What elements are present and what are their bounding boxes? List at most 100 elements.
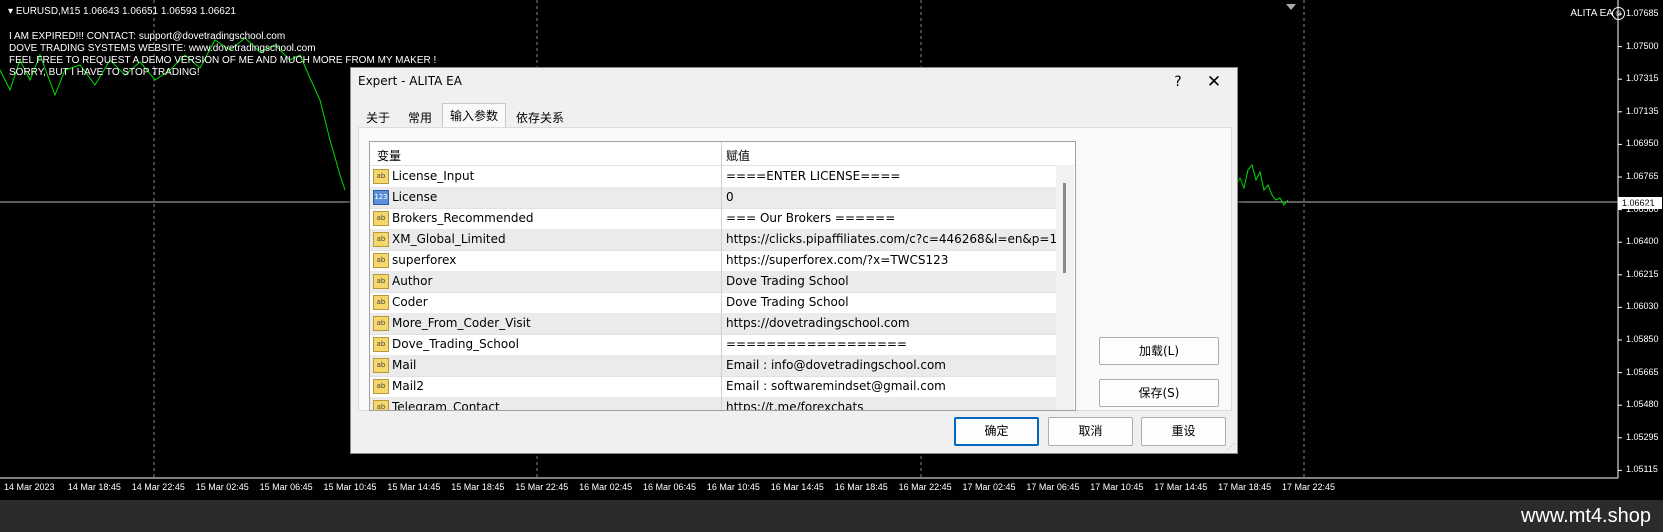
time-axis-label: 17 Mar 10:45 bbox=[1090, 482, 1144, 492]
table-row[interactable]: ab More_From_Coder_Visit https://dovetradi… bbox=[370, 313, 1056, 335]
price-axis-label: 1.06030 bbox=[1626, 301, 1659, 312]
ea-message-line: I AM EXPIRED!!! CONTACT: support@dovetra… bbox=[9, 31, 286, 42]
string-type-icon: ab bbox=[373, 295, 389, 310]
table-row[interactable]: 123 License 0 bbox=[370, 187, 1056, 209]
close-button[interactable]: ✕ bbox=[1197, 69, 1231, 95]
variable-value[interactable]: Dove Trading School bbox=[726, 274, 849, 288]
variable-name: XM_Global_Limited bbox=[392, 232, 506, 246]
price-axis-label: 1.05665 bbox=[1626, 366, 1659, 377]
table-row[interactable]: ab License_Input ====ENTER LICENSE==== bbox=[370, 166, 1056, 188]
table-row[interactable]: ab Author Dove Trading School bbox=[370, 271, 1056, 293]
integer-type-icon: 123 bbox=[373, 190, 389, 205]
variable-value[interactable]: https://t.me/forexchats bbox=[726, 400, 863, 410]
tab-about[interactable]: 关于 bbox=[358, 105, 398, 127]
price-axis-label: 1.06215 bbox=[1626, 268, 1659, 279]
table-header: 变量 赋值 bbox=[370, 142, 1075, 166]
time-axis-label: 17 Mar 06:45 bbox=[1026, 482, 1080, 492]
scrollbar-thumb[interactable] bbox=[1063, 183, 1066, 273]
symbol-info-text: EURUSD,M15 1.06643 1.06651 1.06593 1.066… bbox=[15, 6, 236, 17]
variable-name: Author bbox=[392, 274, 433, 288]
time-axis-label: 14 Mar 18:45 bbox=[67, 482, 121, 492]
string-type-icon: ab bbox=[373, 232, 389, 247]
smiley-icon: ☺ bbox=[1612, 7, 1625, 20]
variable-name: License bbox=[392, 190, 438, 204]
variable-value[interactable]: 0 bbox=[726, 190, 734, 204]
variable-value[interactable]: Email : info@dovetradingschool.com bbox=[726, 358, 946, 372]
ea-name-label: ALITA EA bbox=[1570, 8, 1613, 19]
time-axis-label: 14 Mar 22:45 bbox=[131, 482, 185, 492]
tab-inputs[interactable]: 输入参数 bbox=[442, 103, 507, 129]
variable-value[interactable]: https://superforex.com/?x=TWCS123 bbox=[726, 253, 948, 267]
time-axis-label: 16 Mar 22:45 bbox=[898, 482, 952, 492]
variable-value[interactable]: Dove Trading School bbox=[726, 295, 849, 309]
inputs-table: 变量 赋值 ab License_Input ====ENTER LICENSE==… bbox=[369, 141, 1076, 411]
column-divider[interactable] bbox=[721, 142, 722, 410]
reset-button[interactable]: 重设 bbox=[1141, 417, 1226, 446]
string-type-icon: ab bbox=[373, 274, 389, 289]
table-row[interactable]: ab Mail Email : info@dovetradingschool.com bbox=[370, 355, 1056, 377]
time-axis-label: 14 Mar 2023 bbox=[4, 482, 55, 492]
time-axis-label: 15 Mar 06:45 bbox=[259, 482, 313, 492]
time-axis-label: 16 Mar 02:45 bbox=[579, 482, 633, 492]
string-type-icon: ab bbox=[373, 211, 389, 226]
ok-button[interactable]: 确定 bbox=[954, 417, 1039, 446]
col-variable-header[interactable]: 变量 bbox=[377, 147, 401, 164]
string-type-icon: ab bbox=[373, 169, 389, 184]
table-row[interactable]: ab Telegram_Contact https://t.me/forexchat… bbox=[370, 397, 1056, 411]
variable-value[interactable]: Email : softwaremindset@gmail.com bbox=[726, 379, 946, 393]
table-row[interactable]: ab superforex https://superforex.com/?x=TW… bbox=[370, 250, 1056, 272]
cancel-button[interactable]: 取消 bbox=[1048, 417, 1133, 446]
string-type-icon: ab bbox=[373, 400, 389, 410]
time-axis-label: 16 Mar 10:45 bbox=[706, 482, 760, 492]
string-type-icon: ab bbox=[373, 358, 389, 373]
time-axis-label: 15 Mar 18:45 bbox=[451, 482, 505, 492]
price-axis-label: 1.07685 bbox=[1626, 8, 1659, 18]
price-axis-label: 1.06950 bbox=[1626, 138, 1659, 149]
variable-name: License_Input bbox=[392, 169, 475, 183]
variable-value[interactable]: ================== bbox=[726, 337, 907, 351]
tab-common[interactable]: 常用 bbox=[400, 105, 440, 127]
load-button[interactable]: 加载(L) bbox=[1099, 337, 1219, 365]
variable-value[interactable]: ====ENTER LICENSE==== bbox=[726, 169, 900, 183]
dialog-title: Expert - ALITA EA bbox=[358, 74, 462, 88]
time-axis-label: 15 Mar 10:45 bbox=[323, 482, 377, 492]
col-value-header[interactable]: 赋值 bbox=[726, 147, 750, 164]
save-button[interactable]: 保存(S) bbox=[1099, 379, 1219, 407]
price-axis-label: 1.07315 bbox=[1626, 73, 1659, 84]
table-row[interactable]: ab Dove_Trading_School ================== bbox=[370, 334, 1056, 356]
symbol-info: ▾ EURUSD,M15 1.06643 1.06651 1.06593 1.0… bbox=[8, 6, 236, 17]
time-axis-label: 17 Mar 22:45 bbox=[1282, 482, 1336, 492]
time-axis-label: 15 Mar 14:45 bbox=[387, 482, 441, 492]
variable-value[interactable]: https://clicks.pipaffiliates.com/c?c=446… bbox=[726, 232, 1057, 246]
vertical-scrollbar[interactable] bbox=[1056, 165, 1074, 410]
tab-bar: 关于 常用 输入参数 依存关系 bbox=[358, 103, 574, 129]
string-type-icon: ab bbox=[373, 316, 389, 331]
time-axis-label: 15 Mar 22:45 bbox=[515, 482, 569, 492]
variable-name: Dove_Trading_School bbox=[392, 337, 519, 351]
price-axis-label: 1.05295 bbox=[1626, 431, 1659, 442]
variable-name: Coder bbox=[392, 295, 428, 309]
table-row[interactable]: ab Brokers_Recommended === Our Brokers ===… bbox=[370, 208, 1056, 230]
table-row[interactable]: ab XM_Global_Limited https://clicks.pipaff… bbox=[370, 229, 1057, 251]
variable-value[interactable]: === Our Brokers ====== bbox=[726, 211, 895, 225]
watermark: www.mt4.shop bbox=[1520, 505, 1651, 527]
variable-name: More_From_Coder_Visit bbox=[392, 316, 531, 330]
table-row[interactable]: ab Mail2 Email : softwaremindset@gmail.com bbox=[370, 376, 1056, 398]
time-axis-label: 15 Mar 02:45 bbox=[195, 482, 249, 492]
price-axis-label: 1.05115 bbox=[1626, 464, 1658, 475]
tab-dependencies[interactable]: 依存关系 bbox=[508, 105, 572, 127]
help-button[interactable]: ? bbox=[1163, 69, 1193, 95]
variable-value[interactable]: https://dovetradingschool.com bbox=[726, 316, 910, 330]
ea-message-line: FEEL FREE TO REQUEST A DEMO VERSION OF M… bbox=[9, 55, 437, 66]
price-axis-label: 1.06580 bbox=[1626, 203, 1659, 214]
variable-name: Telegram_Contact bbox=[392, 400, 500, 411]
variable-name: superforex bbox=[392, 253, 457, 267]
price-axis-label: 1.06765 bbox=[1626, 171, 1659, 181]
resize-grip-icon[interactable]: ⋰ bbox=[1227, 443, 1235, 451]
table-row[interactable]: ab Coder Dove Trading School bbox=[370, 292, 1056, 314]
time-axis-label: 16 Mar 06:45 bbox=[643, 482, 697, 492]
string-type-icon: ab bbox=[373, 253, 389, 268]
time-axis-label: 16 Mar 14:45 bbox=[770, 482, 824, 492]
price-axis-label: 1.05850 bbox=[1626, 334, 1659, 344]
price-axis-label: 1.07500 bbox=[1626, 40, 1659, 51]
